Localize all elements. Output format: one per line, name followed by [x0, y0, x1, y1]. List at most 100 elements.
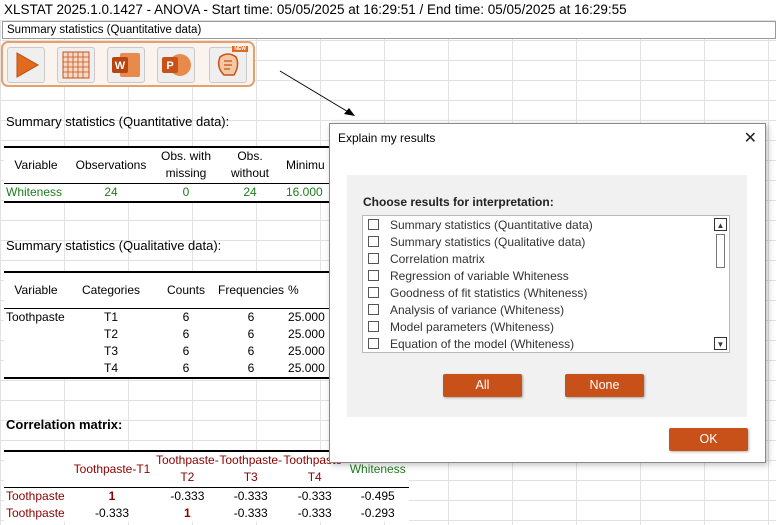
variable-cell: Whiteness [4, 183, 68, 203]
select-all-button[interactable]: All [443, 374, 522, 397]
list-item[interactable]: Correlation matrix [368, 251, 485, 268]
scroll-down-icon[interactable]: ▼ [714, 337, 727, 350]
choose-results-label: Choose results for interpretation: [363, 195, 554, 209]
list-item[interactable]: Regression of variable Whiteness [368, 268, 569, 285]
correlation-title: Correlation matrix: [6, 417, 123, 432]
data-cell: 0 [154, 183, 218, 203]
svg-text:W: W [115, 60, 126, 72]
data-cell: -0.495 [360, 488, 395, 503]
header-cell: Obs. with missing [154, 146, 218, 184]
list-item-label: Model parameters (Whiteness) [390, 320, 555, 334]
export-powerpoint-button[interactable]: P [157, 47, 195, 83]
analysis-title-cell: XLSTAT 2025.1.0.1427 - ANOVA - Start tim… [0, 0, 776, 20]
header-cell: Minimu [282, 146, 336, 184]
grid-button[interactable] [57, 47, 95, 83]
quant-stats-table: Variable Observations Obs. with missing … [4, 146, 336, 203]
table-row: Toothpaste 1 -0.333 -0.333 -0.333 -0.495 [4, 487, 409, 505]
header-cell: Obs. without [218, 146, 282, 184]
variable-cell [4, 326, 68, 343]
select-none-button[interactable]: None [565, 374, 644, 397]
variable-cell [4, 359, 68, 379]
data-cell: 6 [182, 326, 190, 341]
pointer-arrow [279, 70, 355, 116]
data-cell: 1 [108, 488, 116, 503]
word-icon: W [112, 53, 140, 77]
data-cell: T1 [103, 309, 118, 324]
list-item-label: Summary statistics (Quantitative data) [390, 218, 593, 232]
dialog-title: Explain my results [338, 131, 436, 145]
xlstat-toolbar: W P NEW [1, 41, 255, 87]
data-cell: 6 [182, 309, 190, 324]
list-item[interactable]: Summary statistics (Quantitative data) [368, 217, 593, 234]
sheet-name-cell: Summary statistics (Quantitative data) [2, 21, 776, 39]
list-item[interactable]: Model parameters (Whiteness) [368, 319, 554, 336]
row-header-cell: Toothpaste [6, 488, 65, 503]
header-cell: Frequencies [218, 271, 285, 309]
scroll-up-icon[interactable]: ▲ [714, 218, 727, 231]
checkbox[interactable] [368, 287, 379, 299]
data-cell: T3 [103, 343, 118, 358]
data-cell: -0.333 [297, 488, 332, 503]
header-cell: Observations [68, 146, 154, 184]
list-item-label: Regression of variable Whiteness [390, 269, 569, 283]
export-word-button[interactable]: W [107, 47, 145, 83]
list-item[interactable]: Analysis of variance (Whiteness) [368, 302, 564, 319]
header-cell: Toothpaste-T3 [218, 450, 283, 488]
data-cell: 6 [247, 309, 255, 324]
scroll-thumb[interactable] [716, 234, 725, 268]
data-cell: -0.333 [233, 488, 268, 503]
checkbox[interactable] [368, 304, 379, 316]
data-cell: 6 [247, 343, 255, 358]
data-cell: -0.333 [170, 488, 205, 503]
powerpoint-icon: P [162, 54, 191, 76]
list-item[interactable]: Summary statistics (Qualitative data) [368, 234, 585, 251]
explain-results-button[interactable]: NEW [209, 46, 248, 83]
quant-stats-title: Summary statistics (Quantitative data): [6, 114, 230, 129]
header-cell: Counts [154, 271, 218, 309]
data-cell: 6 [182, 343, 190, 358]
list-item[interactable]: Equation of the model (Whiteness) [368, 336, 575, 352]
row-header-cell: Toothpaste [6, 505, 65, 520]
table-row: Whiteness 24 0 24 16.000 [4, 183, 336, 203]
table-row: T4 6 6 25.000 [4, 359, 339, 379]
checkbox[interactable] [368, 321, 379, 333]
list-item-label: Summary statistics (Qualitative data) [390, 235, 586, 249]
new-badge: NEW [232, 46, 248, 52]
checkbox[interactable] [368, 219, 379, 231]
results-listbox[interactable]: Summary statistics (Quantitative data) S… [362, 215, 730, 353]
qual-stats-title: Summary statistics (Qualitative data): [6, 238, 222, 253]
checkbox[interactable] [368, 338, 379, 350]
data-cell: -0.333 [94, 505, 130, 520]
header-cell: Categories [68, 271, 154, 309]
svg-text:P: P [166, 60, 173, 72]
dialog-panel: Choose results for interpretation: Summa… [347, 175, 747, 417]
list-item-label: Equation of the model (Whiteness) [390, 337, 575, 351]
data-cell: 24 [218, 183, 282, 203]
close-icon[interactable]: ✕ [744, 128, 757, 148]
checkbox[interactable] [368, 236, 379, 248]
table-row: T2 6 6 25.000 [4, 326, 338, 343]
data-cell: 6 [247, 326, 255, 341]
data-cell: 16.000 [282, 183, 336, 203]
rerun-button[interactable] [7, 47, 45, 83]
checkbox[interactable] [368, 253, 379, 265]
data-cell: T2 [103, 326, 118, 341]
qual-stats-table: Variable Categories Counts Frequencies %… [4, 271, 339, 379]
data-cell: T4 [68, 359, 154, 379]
list-item-label: Analysis of variance (Whiteness) [390, 303, 565, 317]
header-cell [4, 450, 68, 488]
data-cell: -0.293 [360, 505, 395, 520]
explain-results-dialog: Explain my results ✕ Choose results for … [329, 123, 766, 463]
list-item-label: Goodness of fit statistics (Whiteness) [390, 286, 588, 300]
listbox-scrollbar[interactable]: ▲ ▼ [714, 218, 727, 350]
grid-icon [62, 51, 90, 79]
data-cell: -0.333 [233, 505, 268, 520]
checkbox[interactable] [368, 270, 379, 282]
data-cell: 6 [218, 359, 285, 379]
ok-button[interactable]: OK [669, 428, 748, 451]
play-icon [16, 52, 40, 78]
header-cell: Variable [4, 146, 68, 184]
table-row: T3 6 6 25.000 [4, 343, 338, 360]
explain-results-icon [217, 53, 239, 76]
list-item[interactable]: Goodness of fit statistics (Whiteness) [368, 285, 587, 302]
